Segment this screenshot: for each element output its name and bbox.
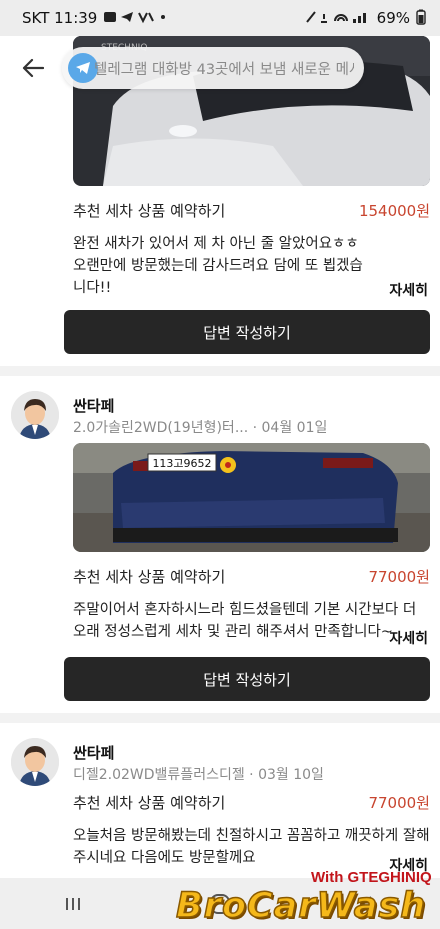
back-button[interactable] — [18, 53, 48, 83]
avatar — [11, 391, 59, 439]
review-text: 완전 새차가 있어서 제 차 아닌 줄 알았어요ㅎㅎ 오랜만에 방문했는데 감사… — [73, 236, 363, 296]
product-name: 추천 세차 상품 예약하기 — [73, 794, 226, 812]
review-text: 오늘처음 방문해봤는데 친절하시고 꼼꼼하고 깨끗하게 잘해주시네요 다음에도 … — [73, 828, 430, 866]
product-price: 77000원 — [368, 794, 430, 812]
user-name: 싼타페 — [73, 397, 115, 415]
divider — [0, 366, 440, 376]
user-name: 싼타페 — [73, 744, 115, 762]
review-text: 주말이어서 혼자하시느라 힘드셨을텐데 기본 시간보다 더 오래 정성스럽게 세… — [73, 602, 417, 640]
reply-button[interactable]: 답변 작성하기 — [64, 657, 430, 701]
header: 텔레그램 대화방 43곳에서 보냄 새로운 메시지 110... — [0, 36, 440, 98]
battery-level: 69% — [376, 9, 410, 27]
car-photo[interactable]: 113고9652 — [73, 443, 430, 552]
product-line: 추천 세차 상품 예약하기 77000원 — [73, 792, 430, 813]
toast-text: 텔레그램 대화방 43곳에서 보냄 새로운 메시지 110... — [94, 61, 354, 78]
product-name: 추천 세차 상품 예약하기 — [73, 202, 226, 220]
status-bar: SKT 11:39 69% — [0, 0, 440, 36]
reply-button[interactable]: 답변 작성하기 — [64, 310, 430, 354]
status-time: SKT 11:39 — [22, 9, 98, 27]
product-line: 추천 세차 상품 예약하기 77000원 — [73, 566, 430, 587]
product-price: 77000원 — [368, 568, 430, 586]
watermark-logo: BroCarWash — [175, 885, 427, 927]
more-link[interactable]: 자세히 — [389, 628, 428, 648]
notification-toast[interactable]: 텔레그램 대화방 43곳에서 보냄 새로운 메시지 110... — [62, 47, 364, 89]
review-meta: 2.0가솔린2WD(19년형)터... · 04월 01일 — [73, 420, 328, 436]
back-arrow-icon — [22, 58, 44, 78]
watermark-subtitle: With GTEGHINIQ — [311, 869, 432, 886]
system-status-icons — [305, 10, 371, 27]
more-link[interactable]: 자세히 — [389, 280, 428, 300]
license-plate: 113고9652 — [152, 457, 211, 470]
avatar — [11, 738, 59, 786]
product-price: 154000원 — [358, 202, 430, 220]
battery-icon — [416, 9, 426, 28]
recents-icon — [66, 897, 81, 910]
product-line: 추천 세차 상품 예약하기 154000원 — [73, 200, 430, 221]
notification-icons — [103, 10, 167, 27]
review-meta: 디젤2.02WD밸류플러스디젤 · 03월 10일 — [73, 767, 324, 783]
review-list-screen: STECHNIQ 추천 세차 상품 예약하기 154000원 완전 새차가 있어… — [0, 36, 440, 878]
product-name: 추천 세차 상품 예약하기 — [73, 568, 226, 586]
divider — [0, 713, 440, 723]
recents-button[interactable] — [43, 884, 103, 924]
